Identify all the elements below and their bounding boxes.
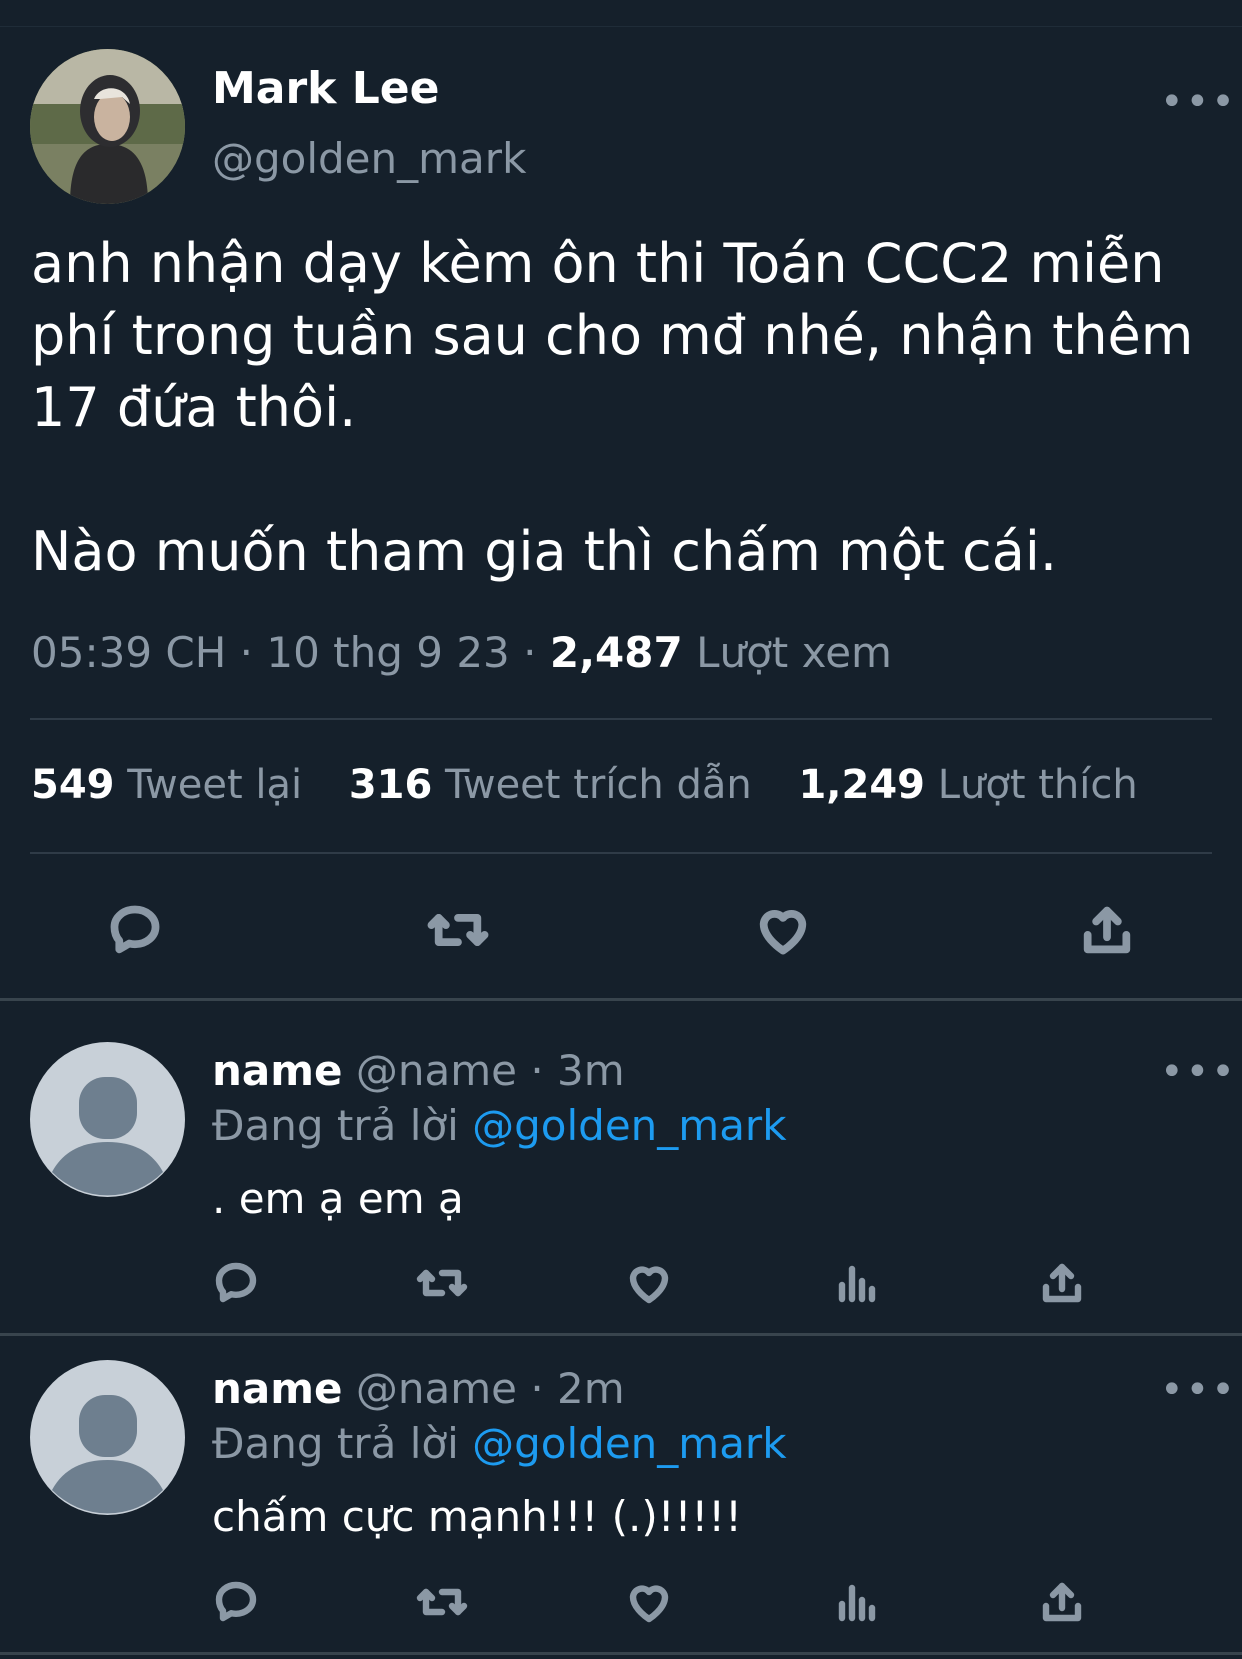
reply-header: name @name · 2m [212,1364,625,1413]
like-button[interactable] [621,1574,677,1630]
likes-stat[interactable]: 1,249 Lượt thích [798,762,1137,808]
views-button[interactable] [828,1255,884,1311]
reply-separator: · [530,1046,544,1095]
reply-bubble-icon [110,905,160,954]
reply-button[interactable] [208,1574,264,1630]
reply-author-handle[interactable]: @name [356,1364,517,1413]
more-options-icon[interactable]: ••• [1160,1052,1237,1092]
tweet-text-paragraph: Nào muốn tham gia thì chấm một cái. [31,520,1057,583]
meta-separator: · [239,628,254,677]
likes-count: 1,249 [798,762,925,808]
author-name[interactable]: Mark Lee [212,63,439,114]
replying-to: Đang trả lời @golden_mark [212,1101,787,1150]
quotes-stat[interactable]: 316 Tweet trích dẫn [349,762,752,808]
retweet-icon [416,1269,468,1297]
like-button[interactable] [621,1255,677,1311]
reply-author-handle[interactable]: @name [356,1046,517,1095]
retweets-stat[interactable]: 549 Tweet lại [31,762,302,808]
reply-text: . em ạ em ạ [212,1174,464,1223]
tweet-meta: 05:39 CH · 10 thg 9 23 · 2,487 Lượt xem [31,628,892,677]
quotes-label: Tweet trích dẫn [445,762,752,808]
like-button[interactable] [748,895,818,965]
heart-icon [759,910,807,955]
replying-label: Đang trả lời [212,1101,459,1150]
author-avatar[interactable] [30,49,185,204]
reply-header: name @name · 3m [212,1046,625,1095]
retweet-icon [416,1588,468,1616]
reply-avatar[interactable] [30,1360,185,1515]
tweet-date[interactable]: 10 thg 9 23 [266,628,509,677]
section-divider [0,998,1242,1001]
reply-bubble-icon [215,1581,257,1622]
replying-to: Đang trả lời @golden_mark [212,1419,787,1468]
section-divider [0,1333,1242,1336]
replying-mention[interactable]: @golden_mark [472,1101,786,1150]
replying-label: Đang trả lời [212,1419,459,1468]
analytics-bars-icon [838,1265,876,1303]
status-area [0,0,1242,27]
reply-text: chấm cực mạnh!!! (.)!!!!! [212,1492,742,1541]
more-options-icon[interactable]: ••• [1160,82,1237,122]
analytics-bars-icon [838,1584,876,1622]
retweet-button[interactable] [423,895,493,965]
meta-separator: · [523,628,537,677]
views-button[interactable] [828,1574,884,1630]
share-upload-icon [1083,906,1131,954]
views-label: Lượt xem [696,628,892,677]
views-count: 2,487 [549,628,683,677]
tweet-stats: 549 Tweet lại 316 Tweet trích dẫn 1,249 … [31,762,1172,808]
share-button[interactable] [1034,1255,1090,1311]
reply-button[interactable] [100,895,170,965]
retweet-icon [427,914,489,946]
divider [30,852,1212,854]
tweet-time[interactable]: 05:39 CH [31,628,226,677]
reply-author-name[interactable]: name [212,1046,343,1095]
more-options-icon[interactable]: ••• [1160,1370,1237,1410]
tweet-text: anh nhận dạy kèm ôn thi Toán CCC2 miễn p… [31,228,1226,588]
default-avatar-icon [52,1077,163,1196]
likes-label: Lượt thích [937,762,1138,808]
heart-icon [629,1585,669,1623]
heart-icon [629,1266,669,1304]
retweet-button[interactable] [414,1255,470,1311]
tweet-text-paragraph: anh nhận dạy kèm ôn thi Toán CCC2 miễn p… [31,232,1194,439]
default-avatar-icon [52,1395,163,1514]
share-upload-icon [1042,1263,1082,1303]
author-handle[interactable]: @golden_mark [212,134,526,183]
share-button[interactable] [1034,1574,1090,1630]
reply-time[interactable]: 3m [557,1046,625,1095]
divider [30,718,1212,720]
share-button[interactable] [1072,895,1142,965]
retweet-button[interactable] [414,1574,470,1630]
reply-avatar[interactable] [30,1042,185,1197]
quotes-count: 316 [348,762,433,808]
share-upload-icon [1042,1582,1082,1622]
reply-time[interactable]: 2m [557,1364,625,1413]
replying-mention[interactable]: @golden_mark [472,1419,786,1468]
reply-author-name[interactable]: name [212,1364,343,1413]
author-photo [30,49,185,204]
reply-button[interactable] [208,1255,264,1311]
reply-bubble-icon [215,1262,257,1303]
retweets-label: Tweet lại [127,762,303,808]
retweets-count: 549 [31,762,115,808]
reply-separator: · [530,1364,544,1413]
section-divider [0,1652,1242,1655]
